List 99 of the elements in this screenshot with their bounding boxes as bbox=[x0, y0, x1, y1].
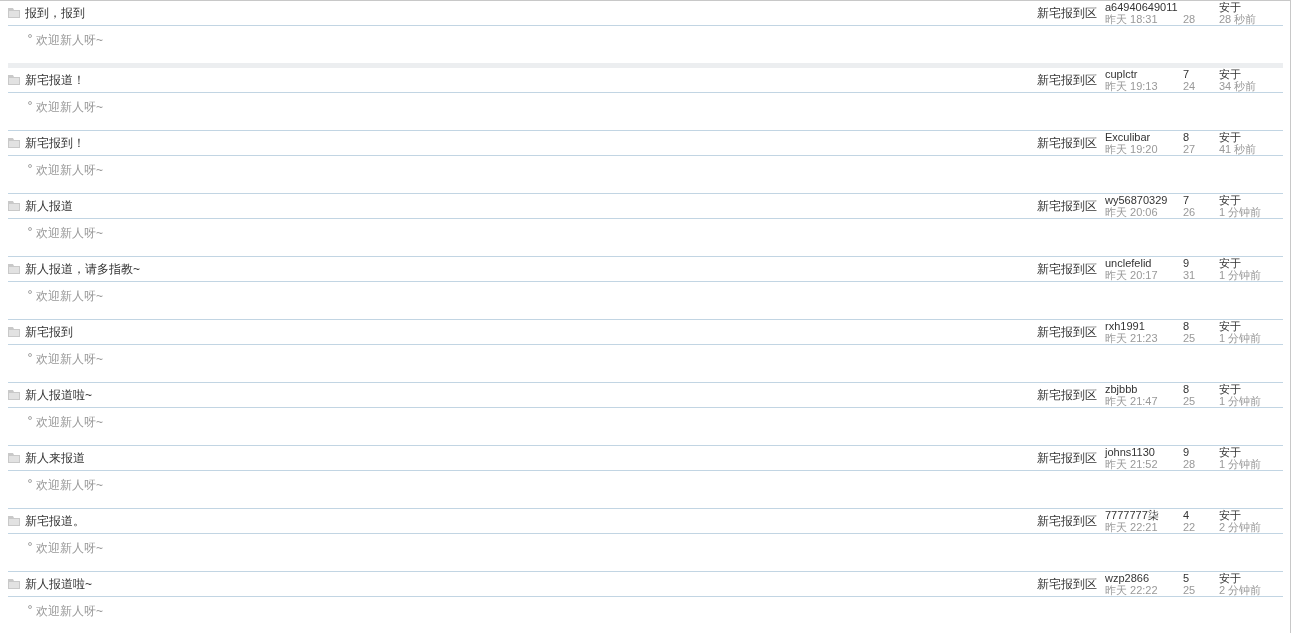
forum-link[interactable]: 新宅报到区 bbox=[1037, 512, 1105, 530]
view-count: 24 bbox=[1183, 80, 1197, 92]
author-name[interactable]: wzp2866 bbox=[1105, 572, 1183, 584]
forum-link[interactable]: 新宅报到区 bbox=[1037, 4, 1105, 22]
post-date: 昨天 22:22 bbox=[1105, 584, 1159, 596]
forum-link[interactable]: 新宅报到区 bbox=[1037, 386, 1105, 404]
folder-icon bbox=[8, 327, 20, 337]
reply-count: 9 bbox=[1183, 446, 1190, 458]
reply-count: 9 bbox=[1183, 257, 1190, 269]
post-date: 昨天 21:23 bbox=[1105, 332, 1159, 344]
last-poster[interactable]: 安于 bbox=[1219, 572, 1283, 584]
view-count: 28 bbox=[1183, 458, 1197, 470]
last-post-time: 1 分钟前 bbox=[1219, 395, 1263, 407]
reply-count: 5 bbox=[1183, 572, 1190, 584]
last-post-time: 2 分钟前 bbox=[1219, 584, 1263, 596]
thread-title[interactable]: 新人报道啦~ bbox=[25, 576, 92, 591]
author-name[interactable]: 7777777柒 bbox=[1105, 509, 1183, 521]
thread-title[interactable]: 新宅报道！ bbox=[25, 72, 85, 87]
author-name[interactable]: a64940649011 bbox=[1105, 1, 1183, 13]
last-post-time: 28 秒前 bbox=[1219, 13, 1258, 25]
reply-count: 8 bbox=[1183, 131, 1190, 143]
view-count: 25 bbox=[1183, 584, 1197, 596]
last-post-time: 1 分钟前 bbox=[1219, 332, 1263, 344]
post-date: 昨天 21:52 bbox=[1105, 458, 1159, 470]
reply-count: 7 bbox=[1183, 68, 1190, 80]
folder-icon bbox=[8, 138, 20, 148]
post-date: 昨天 21:47 bbox=[1105, 395, 1159, 407]
view-count: 25 bbox=[1183, 395, 1197, 407]
reply-count: 8 bbox=[1183, 320, 1190, 332]
thread-title[interactable]: 新宅报到！ bbox=[25, 135, 85, 150]
forum-link[interactable]: 新宅报到区 bbox=[1037, 323, 1105, 341]
author-name[interactable]: zbjbbb bbox=[1105, 383, 1183, 395]
thread-title[interactable]: 新人报道啦~ bbox=[25, 387, 92, 402]
author-name[interactable]: unclefelid bbox=[1105, 257, 1183, 269]
last-post-time: 1 分钟前 bbox=[1219, 269, 1263, 281]
thread-summary: 欢迎新人呀~ bbox=[36, 477, 103, 494]
last-poster[interactable]: 安于 bbox=[1219, 1, 1283, 13]
last-poster[interactable]: 安于 bbox=[1219, 509, 1283, 521]
author-name[interactable]: cuplctr bbox=[1105, 68, 1183, 80]
view-count: 25 bbox=[1183, 332, 1197, 344]
last-poster[interactable]: 安于 bbox=[1219, 257, 1283, 269]
folder-icon bbox=[8, 264, 20, 274]
post-date: 昨天 19:20 bbox=[1105, 143, 1159, 155]
thread-title[interactable]: 新宅报到 bbox=[25, 324, 73, 339]
last-post-time: 1 分钟前 bbox=[1219, 458, 1263, 470]
view-count: 27 bbox=[1183, 143, 1197, 155]
post-date: 昨天 22:21 bbox=[1105, 521, 1159, 533]
thread-summary: 欢迎新人呀~ bbox=[36, 414, 103, 431]
view-count: 28 bbox=[1183, 13, 1197, 25]
thread-summary: 欢迎新人呀~ bbox=[36, 32, 103, 49]
folder-icon bbox=[8, 8, 20, 18]
thread-summary: 欢迎新人呀~ bbox=[36, 540, 103, 557]
author-name[interactable]: Exculibar bbox=[1105, 131, 1183, 143]
forum-link[interactable]: 新宅报到区 bbox=[1037, 449, 1105, 467]
view-count: 31 bbox=[1183, 269, 1197, 281]
last-post-time: 41 秒前 bbox=[1219, 143, 1258, 155]
last-post-time: 2 分钟前 bbox=[1219, 521, 1263, 533]
last-poster[interactable]: 安于 bbox=[1219, 383, 1283, 395]
folder-icon bbox=[8, 453, 20, 463]
thread-title[interactable]: 新人来报道 bbox=[25, 450, 85, 465]
forum-link[interactable]: 新宅报到区 bbox=[1037, 71, 1105, 89]
thread-summary: 欢迎新人呀~ bbox=[36, 162, 103, 179]
author-name[interactable]: johns1130 bbox=[1105, 446, 1183, 458]
post-date: 昨天 19:13 bbox=[1105, 80, 1159, 92]
forum-link[interactable]: 新宅报到区 bbox=[1037, 197, 1105, 215]
view-count: 22 bbox=[1183, 521, 1197, 533]
post-date: 昨天 20:06 bbox=[1105, 206, 1158, 218]
last-post-time: 1 分钟前 bbox=[1219, 206, 1263, 218]
last-post-time: 34 秒前 bbox=[1219, 80, 1258, 92]
last-poster[interactable]: 安于 bbox=[1219, 320, 1283, 332]
thread-summary: 欢迎新人呀~ bbox=[36, 603, 103, 620]
reply-count: 7 bbox=[1183, 194, 1190, 206]
thread-title[interactable]: 新人报道 bbox=[25, 198, 73, 213]
folder-icon bbox=[8, 75, 20, 85]
reply-count: 4 bbox=[1183, 509, 1190, 521]
reply-count: 8 bbox=[1183, 383, 1190, 395]
last-poster[interactable]: 安于 bbox=[1219, 68, 1283, 80]
thread-summary: 欢迎新人呀~ bbox=[36, 99, 103, 116]
folder-icon bbox=[8, 390, 20, 400]
post-date: 昨天 20:17 bbox=[1105, 269, 1159, 281]
thread-title[interactable]: 报到，报到 bbox=[25, 5, 85, 20]
post-date: 昨天 18:31 bbox=[1105, 13, 1159, 25]
view-count: 26 bbox=[1183, 206, 1197, 218]
forum-link[interactable]: 新宅报到区 bbox=[1037, 575, 1105, 593]
folder-icon bbox=[8, 201, 20, 211]
forum-link[interactable]: 新宅报到区 bbox=[1037, 260, 1105, 278]
last-poster[interactable]: 安于 bbox=[1219, 446, 1283, 458]
author-name[interactable]: rxh1991 bbox=[1105, 320, 1183, 332]
last-poster[interactable]: 安于 bbox=[1219, 131, 1283, 143]
thread-summary: 欢迎新人呀~ bbox=[36, 288, 103, 305]
author-name[interactable]: wy56870329 bbox=[1105, 194, 1183, 206]
thread-summary: 欢迎新人呀~ bbox=[36, 225, 103, 242]
thread-title[interactable]: 新宅报道。 bbox=[25, 513, 85, 528]
folder-icon bbox=[8, 579, 20, 589]
thread-title[interactable]: 新人报道，请多指教~ bbox=[25, 261, 140, 276]
folder-icon bbox=[8, 516, 20, 526]
thread-summary: 欢迎新人呀~ bbox=[36, 351, 103, 368]
last-poster[interactable]: 安于 bbox=[1219, 194, 1283, 206]
forum-link[interactable]: 新宅报到区 bbox=[1037, 134, 1105, 152]
